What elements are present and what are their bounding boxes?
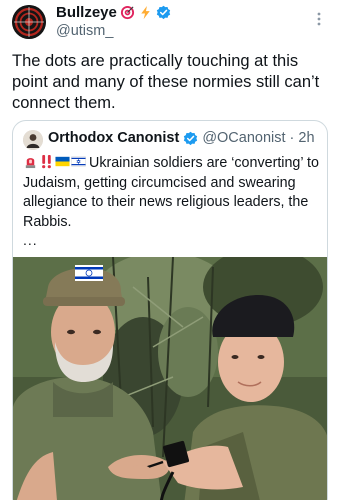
bullseye-avatar-icon	[12, 5, 46, 39]
target-emoji-icon	[120, 5, 135, 20]
lightning-emoji-icon	[138, 5, 153, 20]
quoted-author-avatar[interactable]	[23, 130, 43, 150]
quoted-media-photo[interactable]	[13, 257, 327, 500]
quoted-text-block: Ukrainian soldiers are ‘converting’ to J…	[23, 154, 323, 232]
quoted-separator: ·	[289, 130, 295, 146]
quoted-time[interactable]: 2h	[298, 130, 314, 146]
quoted-display-name[interactable]: Orthodox Canonist	[48, 130, 179, 146]
author-avatar[interactable]	[12, 5, 46, 39]
siren-emoji-icon	[25, 158, 36, 169]
quoted-header: Orthodox Canonist @OCanonist · 2h	[48, 130, 315, 146]
quoted-emoji-row	[23, 154, 86, 169]
author-handle[interactable]: @utism_	[56, 23, 113, 39]
double-exclamation-emoji-icon	[42, 154, 51, 169]
israel-flag-emoji-icon	[71, 156, 86, 167]
quoted-ellipsis: ...	[23, 232, 38, 248]
post: Bullzeye @utism_ The dots are practicall…	[0, 0, 337, 500]
author-name-row: Bullzeye	[56, 4, 171, 21]
verified-badge-icon[interactable]	[156, 5, 171, 20]
quoted-verified-badge-icon	[183, 131, 198, 146]
author-display-name[interactable]: Bullzeye	[56, 4, 117, 21]
ukraine-flag-emoji-icon	[55, 156, 70, 167]
more-options-icon[interactable]	[313, 10, 325, 28]
tweet-text: The dots are practically touching at thi…	[12, 52, 320, 112]
quoted-tweet[interactable]: Orthodox Canonist @OCanonist · 2h Ukrain…	[12, 120, 328, 500]
quoted-avatar-icon	[23, 130, 43, 150]
photo-soldiers-tefillin-icon	[13, 257, 327, 500]
quoted-handle[interactable]: @OCanonist	[202, 130, 285, 146]
